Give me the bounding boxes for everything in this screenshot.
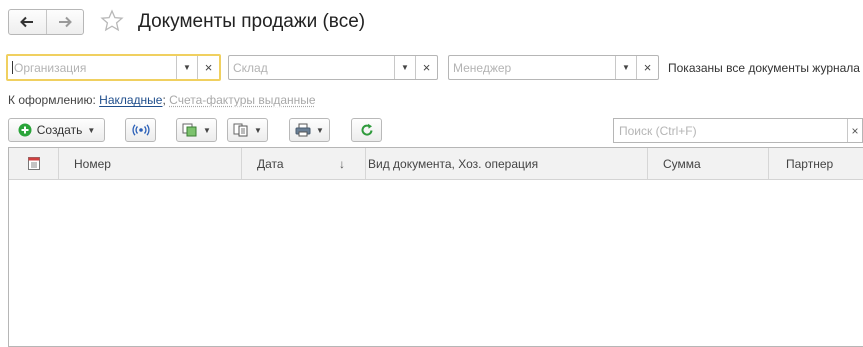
plus-circle-icon — [18, 123, 32, 137]
refresh-icon — [361, 123, 372, 136]
text-cursor — [12, 61, 13, 74]
manager-dropdown-button[interactable]: ▼ — [615, 56, 636, 79]
table-header: Номер Дата ↓ Вид документа, Хоз. операци… — [9, 148, 863, 180]
documents-icon — [233, 123, 248, 137]
column-partner-label: Партнер — [786, 156, 834, 171]
warehouse-placeholder[interactable]: Склад — [229, 56, 394, 79]
exchange-button[interactable] — [125, 118, 156, 142]
link-separator: ; — [162, 93, 166, 107]
organization-field[interactable]: Организация ▼ × — [6, 54, 221, 81]
back-button[interactable] — [9, 10, 46, 34]
column-date[interactable]: Дата ↓ — [242, 148, 366, 179]
chevron-down-icon: ▼ — [316, 125, 324, 135]
organization-input[interactable]: Организация — [8, 56, 176, 79]
chevron-down-icon: ▼ — [254, 125, 262, 135]
column-amount-label: Сумма — [663, 156, 701, 171]
page-title: Документы продажи (все) — [138, 11, 366, 32]
arrow-right-icon — [58, 16, 72, 28]
broadcast-icon — [132, 124, 149, 136]
to-process-label: К оформлению: — [8, 93, 96, 107]
organization-clear-button[interactable]: × — [197, 56, 219, 79]
arrow-left-icon — [20, 16, 34, 28]
manager-placeholder[interactable]: Менеджер — [449, 56, 615, 79]
column-number[interactable]: Номер — [59, 148, 242, 179]
chevron-down-icon: ▼ — [203, 125, 211, 135]
search-input[interactable]: Поиск (Ctrl+F) — [614, 124, 847, 138]
link-tax-invoices[interactable]: Счета-фактуры выданные — [169, 93, 315, 107]
refresh-button[interactable] — [351, 118, 382, 142]
column-status[interactable] — [9, 148, 59, 179]
column-amount[interactable]: Сумма — [648, 148, 769, 179]
link-invoices[interactable]: Накладные — [99, 93, 162, 107]
warehouse-clear-button[interactable]: × — [415, 56, 437, 79]
search-clear-button[interactable]: × — [847, 119, 862, 142]
star-icon — [100, 9, 124, 32]
print-button[interactable]: ▼ — [289, 118, 330, 142]
to-process-line: К оформлению: Накладные; Счета-фактуры в… — [8, 93, 316, 107]
create-based-on-button[interactable]: ▼ — [176, 118, 217, 142]
search-field[interactable]: Поиск (Ctrl+F) × — [613, 118, 863, 143]
documents-table[interactable]: Номер Дата ↓ Вид документа, Хоз. операци… — [8, 147, 863, 347]
document-status-icon — [27, 157, 40, 170]
column-document-type[interactable]: Вид документа, Хоз. операция — [366, 148, 648, 179]
forward-button[interactable] — [45, 10, 84, 34]
related-documents-button[interactable]: ▼ — [227, 118, 268, 142]
column-partner[interactable]: Партнер — [769, 148, 863, 179]
organization-placeholder: Организация — [14, 60, 87, 75]
column-number-label: Номер — [74, 156, 111, 171]
favorite-button[interactable] — [100, 9, 124, 33]
warehouse-dropdown-button[interactable]: ▼ — [394, 56, 415, 79]
documents-green-icon — [182, 123, 197, 137]
navigation-buttons — [8, 9, 84, 35]
warehouse-field[interactable]: Склад ▼ × — [228, 55, 438, 80]
filter-info-text: Показаны все документы журнала — [668, 61, 860, 75]
create-button-label: Создать — [36, 123, 83, 137]
manager-field[interactable]: Менеджер ▼ × — [448, 55, 659, 80]
organization-dropdown-button[interactable]: ▼ — [176, 56, 197, 79]
manager-clear-button[interactable]: × — [636, 56, 658, 79]
printer-icon — [295, 123, 311, 137]
create-button[interactable]: Создать ▼ — [8, 118, 105, 142]
chevron-down-icon: ▼ — [87, 125, 96, 135]
sort-desc-icon: ↓ — [339, 156, 345, 171]
column-date-label: Дата — [257, 156, 284, 171]
column-document-type-label: Вид документа, Хоз. операция — [368, 156, 539, 171]
